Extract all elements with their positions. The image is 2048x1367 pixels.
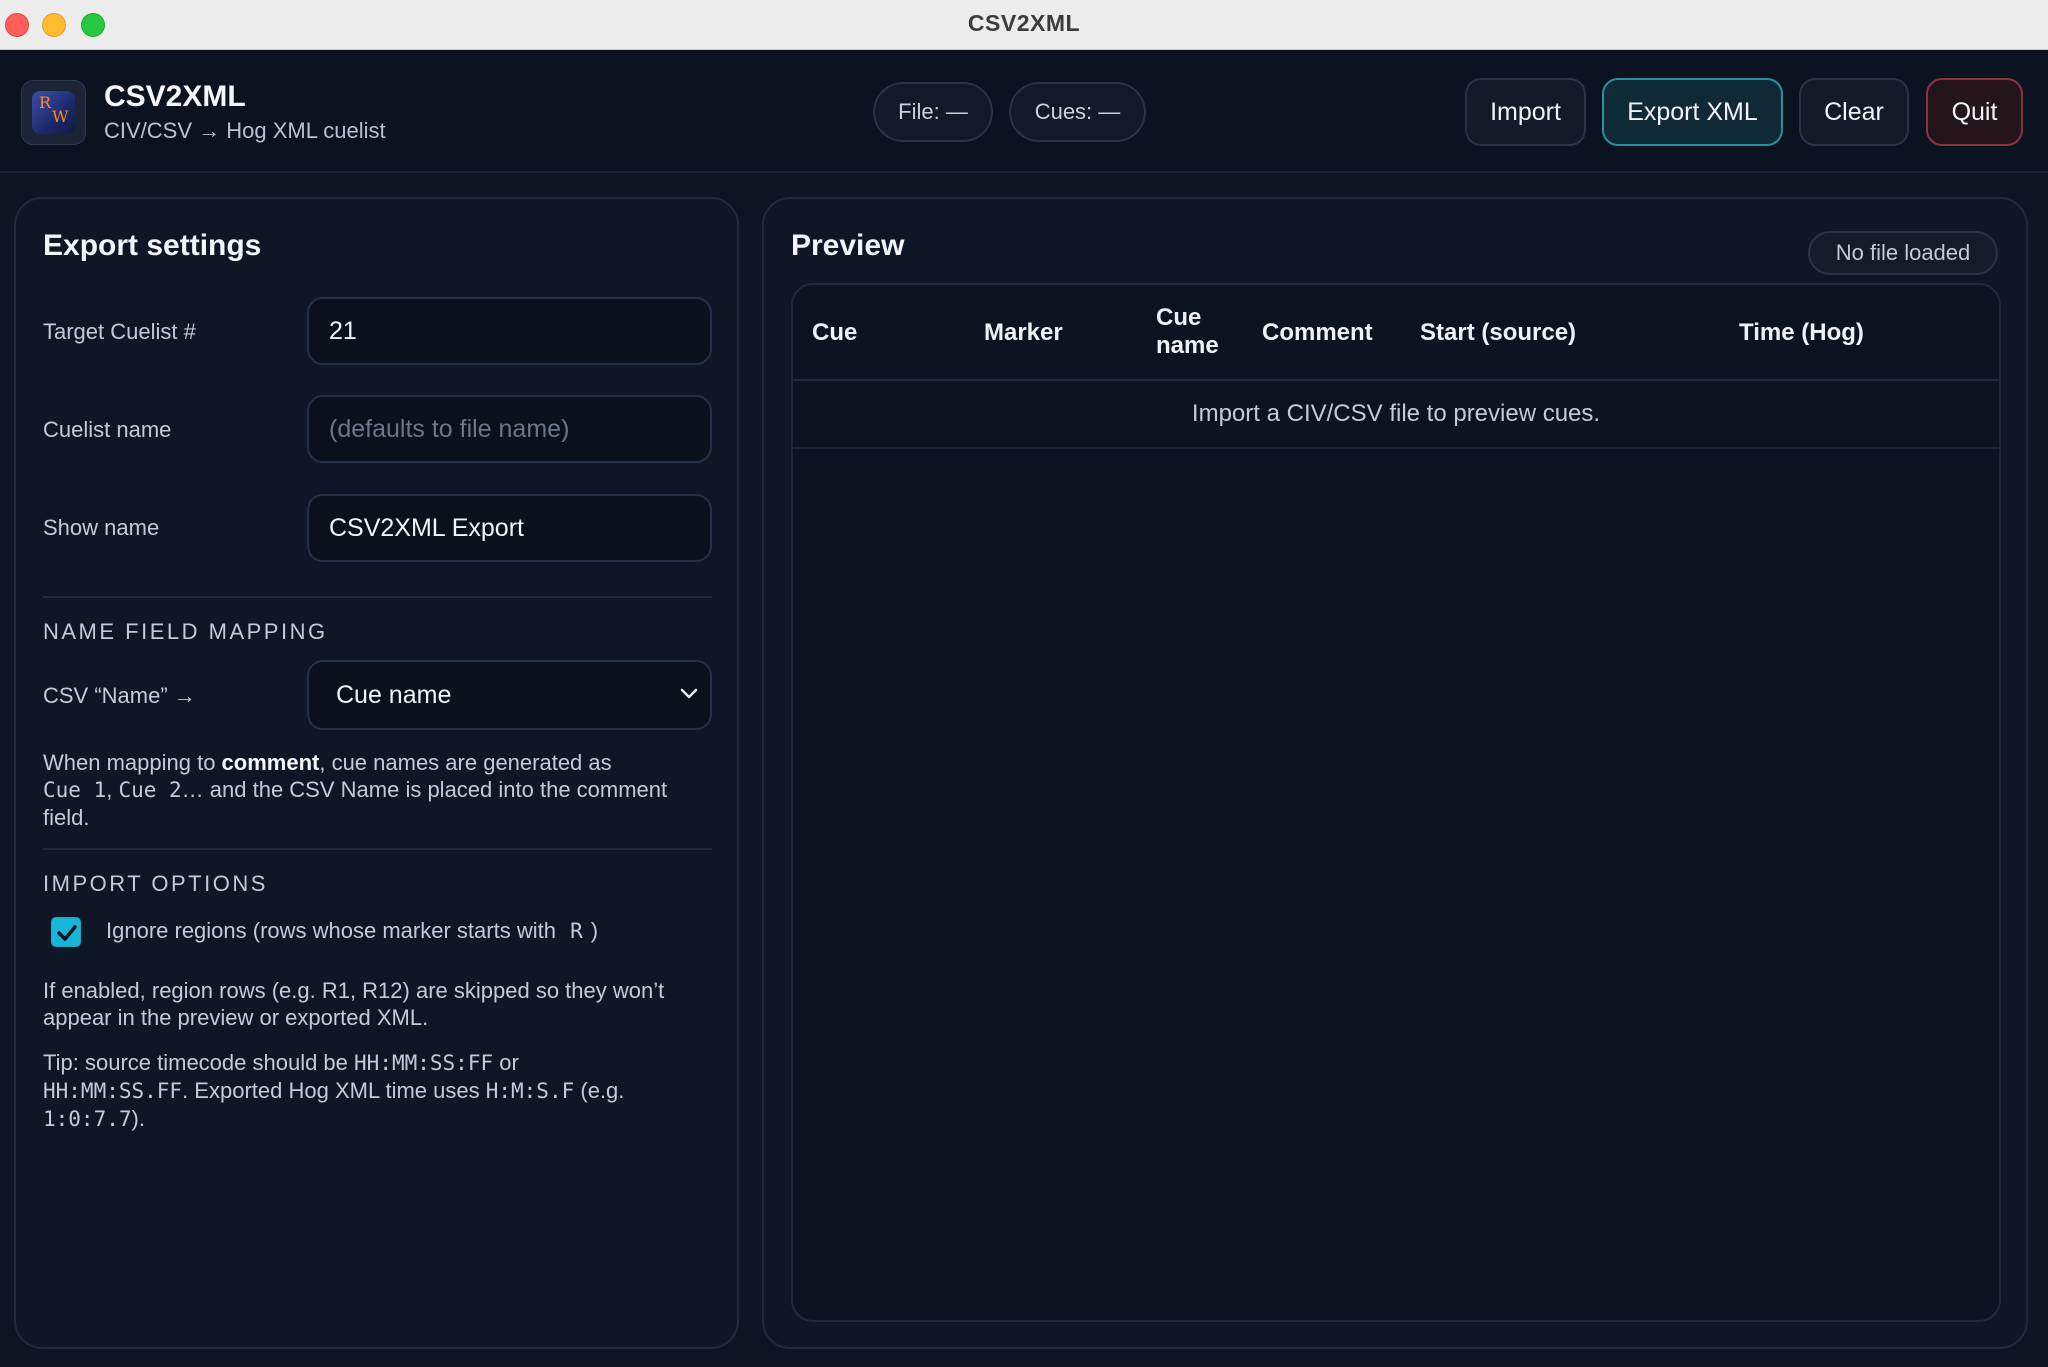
divider (43, 848, 712, 850)
import-options-heading: IMPORT OPTIONS (43, 871, 268, 896)
import-button[interactable]: Import (1465, 78, 1586, 146)
chevron-down-icon (680, 688, 698, 699)
app-header: R W CSV2XML CIV/CSV → Hog XML cuelist Fi… (0, 50, 2048, 173)
app-logo-icon: R W (21, 80, 86, 145)
show-name-input[interactable]: CSV2XML Export (307, 494, 712, 562)
export-settings-title: Export settings (43, 229, 262, 262)
cuelist-name-label: Cuelist name (43, 417, 172, 442)
column-header-cue[interactable]: Cue (812, 319, 857, 347)
name-mapping-help: When mapping to comment, cue names are g… (43, 750, 668, 830)
logo-letter-w: W (52, 107, 69, 126)
target-cuelist-label: Target Cuelist # (43, 319, 196, 344)
quit-button[interactable]: Quit (1926, 78, 2023, 146)
ignore-regions-label[interactable]: Ignore regions (rows whose marker starts… (106, 918, 598, 944)
preview-panel: Preview No file loaded Cue Marker Cue na… (762, 197, 2028, 1349)
export-xml-button[interactable]: Export XML (1602, 78, 1783, 146)
empty-state-message: Import a CIV/CSV file to preview cues. (793, 381, 1999, 449)
title-bar: CSV2XML (0, 0, 2048, 50)
name-mapping-selected-value: Cue name (336, 681, 452, 709)
name-field-mapping-heading: NAME FIELD MAPPING (43, 619, 328, 644)
target-cuelist-input[interactable]: 21 (307, 297, 712, 365)
ignore-regions-checkbox[interactable] (51, 917, 81, 947)
preview-title: Preview (791, 229, 905, 262)
app-title: CSV2XML (104, 80, 246, 113)
cues-status-pill: Cues: — (1009, 82, 1146, 142)
column-header-start-source[interactable]: Start (source) (1420, 319, 1576, 347)
preview-table: Cue Marker Cue name Comment Start (sourc… (791, 283, 2001, 1322)
timecode-tip: Tip: source timecode should be HH:MM:SS:… (43, 1050, 625, 1131)
logo-letter-r: R (39, 93, 52, 112)
file-status-badge: No file loaded (1808, 231, 1998, 275)
app-window: CSV2XML R W CSV2XML CIV/CSV → Hog XML cu… (0, 0, 2048, 1367)
column-header-comment[interactable]: Comment (1262, 319, 1373, 347)
column-header-cue-name[interactable]: Cue name (1156, 304, 1228, 360)
ignore-regions-help: If enabled, region rows (e.g. R1, R12) a… (43, 978, 665, 1030)
window-title: CSV2XML (967, 10, 1081, 36)
table-header: Cue Marker Cue name Comment Start (sourc… (793, 285, 1999, 381)
app-subtitle: CIV/CSV → Hog XML cuelist (104, 118, 386, 143)
name-mapping-select[interactable]: Cue name (307, 660, 712, 730)
file-status-pill: File: — (873, 82, 993, 142)
cuelist-name-input[interactable]: (defaults to file name) (307, 395, 712, 463)
clear-button[interactable]: Clear (1799, 78, 1909, 146)
column-header-time-hog[interactable]: Time (Hog) (1739, 319, 1864, 347)
csv-name-label: CSV “Name” → (43, 683, 196, 708)
checkmark-icon (57, 925, 77, 941)
divider (43, 596, 712, 598)
show-name-label: Show name (43, 515, 160, 540)
export-settings-panel: Export settings Target Cuelist # 21 Cuel… (14, 197, 739, 1349)
column-header-marker[interactable]: Marker (984, 319, 1063, 347)
